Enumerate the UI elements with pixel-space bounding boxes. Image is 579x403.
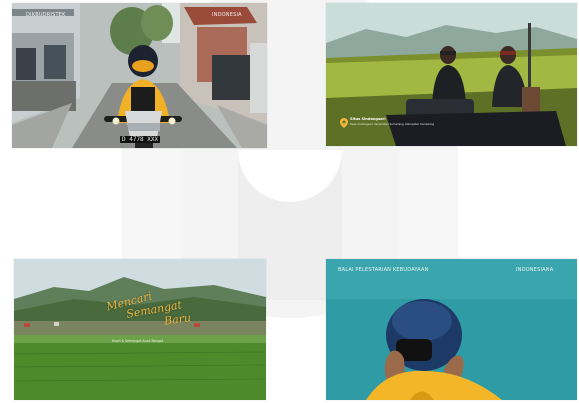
title-caption: Kisah & Semangat Anak Bangsa	[112, 339, 164, 343]
location-subtitle: Desa Sindangsari, Kecamatan Sumedang, Ka…	[350, 123, 435, 126]
broadcaster-logo: DIKBUDRISTEK	[26, 12, 66, 18]
partner-logo: INDONESIANA	[516, 267, 554, 273]
still-frame-musicians: Situs Sindangsari Desa Sindangsari, Keca…	[326, 3, 577, 146]
still-frame-helmet: BALAI PELESTARIAN KEBUDAYAAN INDONESIANA	[326, 259, 577, 400]
still-frame-title-card: Mencari Semangat Baru Kisah & Semangat A…	[14, 259, 266, 400]
location-title: Situs Sindangsari	[350, 117, 386, 121]
still-frame-motorcyclist: DIKBUDRISTEK INDONESIA D 4778 XXX	[12, 3, 267, 148]
broadcaster-logo: BALAI PELESTARIAN KEBUDAYAAN	[338, 267, 429, 273]
license-plate: D 4778 XXX	[120, 136, 161, 143]
map-pin-icon	[340, 118, 348, 128]
partner-logo: INDONESIA	[212, 12, 242, 18]
